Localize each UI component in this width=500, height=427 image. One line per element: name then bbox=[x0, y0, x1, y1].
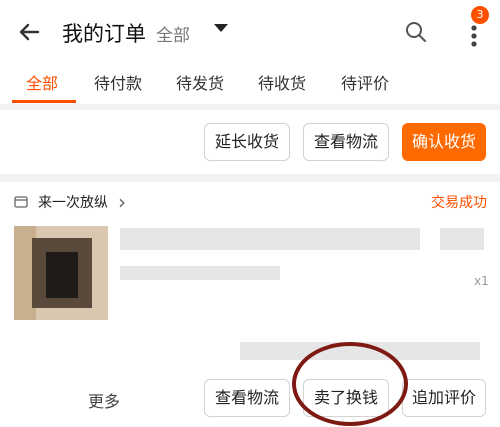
order-scope-selector[interactable]: 全部 bbox=[156, 21, 190, 46]
price-summary-blurred bbox=[240, 342, 480, 360]
top-bar: 我的订单 全部 3 bbox=[0, 0, 500, 62]
shop-name[interactable]: 来一次放纵 bbox=[38, 192, 108, 212]
page-title: 我的订单 bbox=[62, 22, 146, 46]
active-tab-indicator bbox=[12, 100, 76, 103]
sell-for-cash-button[interactable]: 卖了换钱 bbox=[303, 379, 389, 417]
order-status: 交易成功 bbox=[431, 195, 487, 211]
product-thumbnail[interactable] bbox=[14, 226, 108, 320]
order-card: 延长收货 查看物流 确认收货 bbox=[0, 110, 500, 174]
add-review-button[interactable]: 追加评价 bbox=[402, 379, 486, 417]
view-logistics-button[interactable]: 查看物流 bbox=[303, 123, 389, 161]
search-button[interactable] bbox=[404, 20, 428, 44]
tab-pending-review[interactable]: 待评价 bbox=[341, 70, 389, 94]
search-icon bbox=[406, 22, 426, 42]
chevron-right-icon[interactable]: › bbox=[118, 190, 126, 214]
product-title-blurred bbox=[120, 228, 420, 250]
product-title-blurred bbox=[440, 228, 484, 250]
shop-icon bbox=[14, 196, 28, 208]
extend-receipt-button[interactable]: 延长收货 bbox=[204, 123, 290, 161]
tab-pending-payment[interactable]: 待付款 bbox=[94, 70, 142, 94]
tab-pending-shipment[interactable]: 待发货 bbox=[176, 70, 224, 94]
more-actions-link[interactable]: 更多 bbox=[88, 388, 120, 412]
tab-all[interactable]: 全部 bbox=[26, 70, 58, 94]
arrow-left-icon bbox=[19, 23, 40, 41]
thumbnail-shape bbox=[46, 252, 78, 298]
confirm-receipt-button[interactable]: 确认收货 bbox=[402, 123, 486, 161]
view-logistics-button[interactable]: 查看物流 bbox=[204, 379, 290, 417]
order-tabs: 全部 待付款 待发货 待收货 待评价 bbox=[0, 62, 500, 104]
tab-pending-receipt[interactable]: 待收货 bbox=[258, 70, 306, 94]
caret-down-icon[interactable] bbox=[214, 24, 228, 32]
notification-badge: 3 bbox=[471, 6, 489, 24]
product-quantity: x1 bbox=[474, 274, 489, 288]
back-button[interactable] bbox=[16, 18, 44, 46]
order-card: 来一次放纵 › 交易成功 x1 更多 查看物流 卖了换钱 追加评价 bbox=[0, 182, 500, 427]
product-sku-blurred bbox=[120, 266, 280, 280]
